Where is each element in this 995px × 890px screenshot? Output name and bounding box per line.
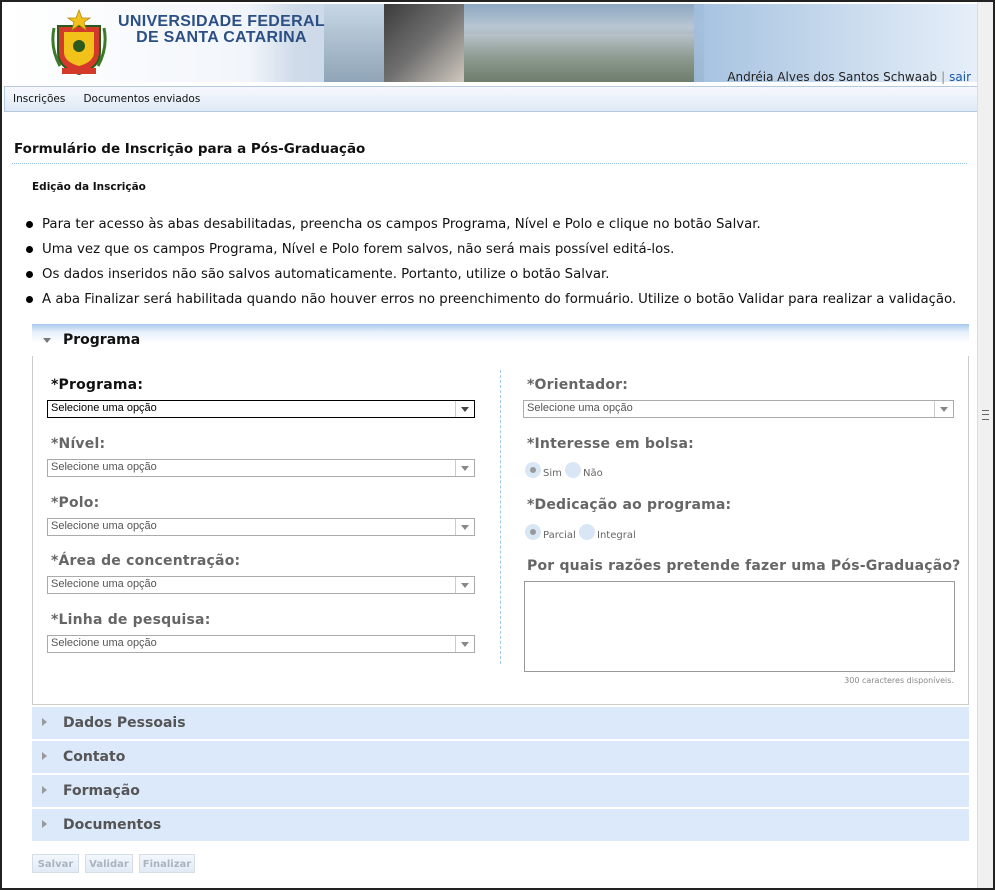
- university-name-line1: UNIVERSIDADE FEDERAL: [118, 13, 325, 30]
- validate-button[interactable]: Validar: [85, 854, 133, 873]
- section-contato-header[interactable]: Contato: [32, 741, 969, 774]
- section-dados-pessoais-label: Dados Pessoais: [63, 715, 186, 731]
- menu-item-inscricoes[interactable]: Inscrições: [13, 87, 65, 111]
- area-concentracao-select[interactable]: Selecione uma opção: [47, 576, 475, 594]
- chevron-down-icon: [455, 519, 474, 535]
- razoes-label: Por quais razões pretende fazer uma Pós-…: [527, 558, 961, 574]
- bolsa-label: *Interesse em bolsa:: [527, 436, 694, 452]
- linha-pesquisa-select[interactable]: Selecione uma opção: [47, 635, 475, 653]
- section-dados-pessoais-header[interactable]: Dados Pessoais: [32, 707, 969, 740]
- instruction-item: Para ter acesso às abas desabilitadas, p…: [24, 212, 956, 237]
- linha-pesquisa-label: *Linha de pesquisa:: [51, 612, 211, 628]
- section-documentos-header[interactable]: Documentos: [32, 809, 969, 842]
- section-formacao-label: Formação: [63, 783, 140, 799]
- menu-item-documentos-enviados[interactable]: Documentos enviados: [83, 87, 200, 111]
- chevron-down-icon: [455, 460, 474, 476]
- programa-label: *Programa:: [51, 377, 144, 393]
- page-title: Formulário de Inscrição para a Pós-Gradu…: [14, 141, 366, 157]
- chevron-right-icon: [42, 752, 47, 760]
- razoes-textarea[interactable]: [524, 581, 955, 672]
- chevron-down-icon: [455, 577, 474, 593]
- section-programa-header[interactable]: Programa: [32, 324, 969, 356]
- university-logo: [51, 8, 107, 76]
- browser-frame: UNIVERSIDADE FEDERAL DE SANTA CATARINA A…: [0, 0, 995, 890]
- save-button[interactable]: Salvar: [32, 854, 79, 873]
- nivel-select[interactable]: Selecione uma opção: [47, 459, 475, 477]
- programa-select-value: Selecione uma opção: [51, 402, 157, 414]
- section-formacao-header[interactable]: Formação: [32, 775, 969, 808]
- orientador-select[interactable]: Selecione uma opção: [523, 400, 954, 418]
- dedicacao-label: *Dedicação ao programa:: [527, 497, 732, 513]
- radio-empty-icon: [579, 524, 595, 540]
- radio-selected-icon: [525, 462, 541, 478]
- chevron-right-icon: [42, 820, 47, 828]
- chevron-down-icon: [455, 401, 474, 417]
- chevron-down-icon: [43, 338, 51, 343]
- section-programa-panel: *Programa: Selecione uma opção *Nível: S…: [32, 356, 969, 705]
- university-name-line2: DE SANTA CATARINA: [136, 29, 307, 46]
- chevron-down-icon: [455, 636, 474, 652]
- dedicacao-radio-parcial-label: Parcial: [543, 530, 576, 541]
- section-programa-label: Programa: [63, 332, 141, 348]
- bolsa-radio-nao-label: Não: [583, 468, 603, 479]
- column-divider: [500, 370, 501, 664]
- polo-label: *Polo:: [51, 495, 100, 511]
- radio-empty-icon: [565, 462, 581, 478]
- linha-pesquisa-select-value: Selecione uma opção: [51, 637, 157, 649]
- chevron-right-icon: [42, 786, 47, 794]
- title-divider: [12, 163, 967, 164]
- logout-link[interactable]: sair: [949, 70, 971, 84]
- area-concentracao-label: *Área de concentração:: [51, 553, 241, 569]
- finalize-button[interactable]: Finalizar: [139, 854, 195, 873]
- instruction-item: A aba Finalizar será habilitada quando n…: [24, 287, 956, 312]
- user-name: Andréia Alves dos Santos Schwaab: [727, 70, 938, 84]
- radio-selected-icon: [525, 524, 541, 540]
- main-menu: Inscrições Documentos enviados: [4, 86, 978, 112]
- orientador-label: *Orientador:: [527, 377, 629, 393]
- chevron-down-icon: [934, 401, 953, 417]
- bolsa-radio-sim-label: Sim: [543, 468, 562, 479]
- orientador-select-value: Selecione uma opção: [527, 402, 633, 414]
- section-contato-label: Contato: [63, 749, 126, 765]
- area-concentracao-select-value: Selecione uma opção: [51, 578, 157, 590]
- chevron-right-icon: [42, 718, 47, 726]
- dedicacao-radio-integral-label: Integral: [597, 530, 636, 541]
- instruction-item: Uma vez que os campos Programa, Nível e …: [24, 237, 956, 262]
- vertical-scrollbar[interactable]: [977, 2, 993, 888]
- section-documentos-label: Documentos: [63, 817, 162, 833]
- razoes-char-counter: 300 caracteres disponíveis.: [844, 676, 954, 685]
- user-separator: |: [941, 70, 946, 84]
- university-name: UNIVERSIDADE FEDERAL DE SANTA CATARINA: [118, 14, 325, 46]
- instruction-item: Os dados inseridos não são salvos automa…: [24, 262, 956, 287]
- scrollbar-grip-icon: [982, 410, 989, 420]
- user-bar: Andréia Alves dos Santos Schwaab | sair: [727, 70, 971, 84]
- polo-select[interactable]: Selecione uma opção: [47, 518, 475, 536]
- instructions-list: Para ter acesso às abas desabilitadas, p…: [24, 212, 956, 312]
- page-subtitle: Edição da Inscrição: [32, 181, 146, 193]
- nivel-label: *Nível:: [51, 436, 106, 452]
- polo-select-value: Selecione uma opção: [51, 520, 157, 532]
- nivel-select-value: Selecione uma opção: [51, 461, 157, 473]
- programa-select[interactable]: Selecione uma opção: [47, 400, 475, 418]
- campus-photo: [324, 4, 704, 82]
